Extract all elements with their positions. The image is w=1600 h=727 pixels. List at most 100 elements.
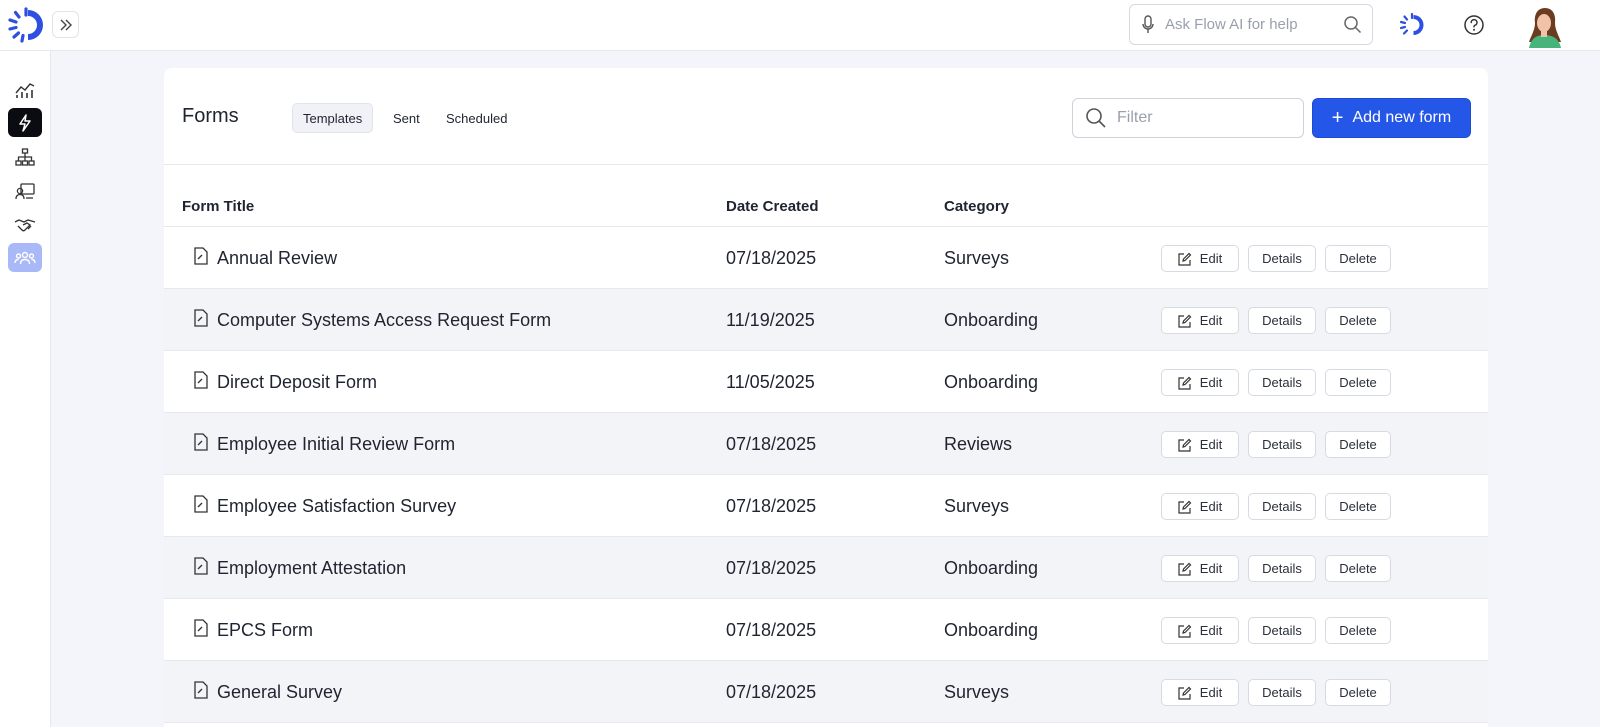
details-button[interactable]: Details	[1248, 245, 1316, 272]
delete-button[interactable]: Delete	[1325, 245, 1391, 272]
form-title[interactable]: Employee Initial Review Form	[217, 434, 455, 455]
form-title[interactable]: Computer Systems Access Request Form	[217, 310, 551, 331]
add-new-form-label: Add new form	[1352, 109, 1452, 126]
org-chart-icon	[15, 147, 35, 166]
document-icon	[194, 433, 208, 451]
sidebar	[0, 51, 51, 727]
category: Onboarding	[944, 558, 1039, 578]
edit-button[interactable]: Edit	[1161, 679, 1239, 706]
search-icon[interactable]	[1341, 14, 1363, 36]
edit-icon	[1178, 562, 1192, 576]
lightning-icon	[19, 113, 31, 132]
help-icon[interactable]	[1462, 13, 1486, 37]
page-title: Forms	[182, 105, 239, 127]
form-title[interactable]: Employee Satisfaction Survey	[217, 496, 456, 517]
id-card-icon	[15, 182, 35, 199]
details-button[interactable]: Details	[1248, 307, 1316, 334]
form-title[interactable]: Employment Attestation	[217, 558, 406, 579]
edit-icon	[1178, 624, 1192, 638]
delete-button[interactable]: Delete	[1325, 369, 1391, 396]
avatar[interactable]	[1525, 6, 1565, 48]
delete-button[interactable]: Delete	[1325, 555, 1391, 582]
analytics-icon	[15, 82, 35, 98]
sidebar-item-analytics[interactable]	[8, 75, 42, 104]
logo-icon[interactable]	[7, 6, 45, 44]
delete-button[interactable]: Delete	[1325, 431, 1391, 458]
filter-input[interactable]	[1117, 109, 1287, 127]
date-created: 07/18/2025	[726, 434, 817, 454]
edit-button[interactable]: Edit	[1161, 369, 1239, 396]
details-button[interactable]: Details	[1248, 369, 1316, 396]
forms-card: Forms Templates Sent Scheduled + Add new…	[164, 68, 1488, 727]
date-created: 07/18/2025	[726, 248, 817, 268]
edit-button[interactable]: Edit	[1161, 493, 1239, 520]
table-row: Direct Deposit Form 11/05/2025 Onboardin…	[164, 351, 1488, 413]
edit-button[interactable]: Edit	[1161, 245, 1239, 272]
delete-button[interactable]: Delete	[1325, 617, 1391, 644]
edit-icon	[1178, 314, 1192, 328]
details-button[interactable]: Details	[1248, 679, 1316, 706]
table-row: Employee Initial Review Form 07/18/2025 …	[164, 413, 1488, 475]
document-icon	[194, 557, 208, 575]
edit-label: Edit	[1199, 685, 1223, 700]
column-header-form-title[interactable]: Form Title	[182, 198, 254, 215]
forms-table-body: Annual Review 07/18/2025 Surveys Edit De…	[164, 227, 1488, 723]
tab-scheduled[interactable]: Scheduled	[435, 103, 518, 133]
team-icon	[14, 251, 36, 264]
edit-button[interactable]: Edit	[1161, 307, 1239, 334]
delete-button[interactable]: Delete	[1325, 493, 1391, 520]
delete-button[interactable]: Delete	[1325, 307, 1391, 334]
sidebar-item-team[interactable]	[8, 243, 42, 272]
category: Surveys	[944, 248, 1010, 268]
edit-button[interactable]: Edit	[1161, 431, 1239, 458]
details-button[interactable]: Details	[1248, 493, 1316, 520]
document-icon	[194, 681, 208, 699]
form-title[interactable]: EPCS Form	[217, 620, 313, 641]
date-created: 11/05/2025	[726, 372, 815, 392]
edit-label: Edit	[1199, 251, 1223, 266]
sidebar-item-people[interactable]	[8, 176, 42, 205]
details-button[interactable]: Details	[1248, 617, 1316, 644]
sidebar-item-partners[interactable]	[8, 210, 42, 239]
category: Reviews	[944, 434, 1013, 454]
details-button[interactable]: Details	[1248, 431, 1316, 458]
document-icon	[194, 619, 208, 637]
table-row: Computer Systems Access Request Form 11/…	[164, 289, 1488, 351]
top-bar	[0, 0, 1600, 51]
details-button[interactable]: Details	[1248, 555, 1316, 582]
add-new-form-button[interactable]: + Add new form	[1312, 98, 1471, 138]
ai-search-box[interactable]	[1129, 4, 1373, 45]
edit-label: Edit	[1199, 561, 1223, 576]
column-header-date-created[interactable]: Date Created	[726, 198, 819, 215]
table-row: General Survey 07/18/2025 Surveys Edit D…	[164, 661, 1488, 723]
edit-button[interactable]: Edit	[1161, 555, 1239, 582]
form-title[interactable]: Annual Review	[217, 248, 337, 269]
sidebar-item-organization[interactable]	[8, 142, 42, 171]
edit-button[interactable]: Edit	[1161, 617, 1239, 644]
tab-sent[interactable]: Sent	[382, 103, 431, 133]
edit-icon	[1178, 252, 1192, 266]
handshake-icon	[14, 218, 36, 231]
category: Onboarding	[944, 620, 1039, 640]
table-row: Employment Attestation 07/18/2025 Onboar…	[164, 537, 1488, 599]
plus-icon: +	[1331, 107, 1344, 129]
column-header-category[interactable]: Category	[944, 198, 1009, 215]
expand-icon	[60, 19, 72, 30]
microphone-icon[interactable]	[1140, 15, 1156, 35]
edit-label: Edit	[1199, 437, 1223, 452]
flow-ai-icon[interactable]	[1399, 12, 1425, 38]
expand-sidebar-button[interactable]	[52, 11, 79, 38]
form-title[interactable]: General Survey	[217, 682, 342, 703]
date-created: 11/19/2025	[726, 310, 815, 330]
search-icon	[1085, 107, 1107, 129]
category: Onboarding	[944, 372, 1039, 392]
filter-box[interactable]	[1072, 98, 1304, 138]
sidebar-item-automation[interactable]	[8, 108, 42, 137]
tab-templates[interactable]: Templates	[292, 103, 374, 133]
edit-icon	[1178, 686, 1192, 700]
category: Surveys	[944, 682, 1010, 702]
form-title[interactable]: Direct Deposit Form	[217, 372, 377, 393]
date-created: 07/18/2025	[726, 620, 817, 640]
delete-button[interactable]: Delete	[1325, 679, 1391, 706]
ai-search-input[interactable]	[1165, 16, 1341, 33]
